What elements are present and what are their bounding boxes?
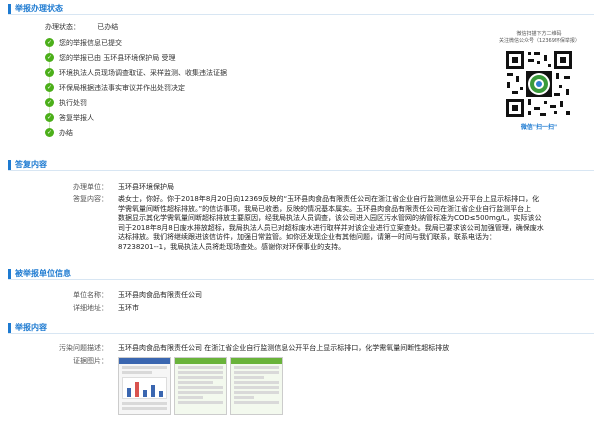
qr-caption-account: 关注微信公众号（12369环保举报）	[499, 38, 580, 44]
section-title: 举报办理状态	[15, 4, 63, 13]
step-item: ✓ 执行处罚	[45, 98, 445, 113]
qr-footer: 微信"扫一扫"	[520, 124, 558, 131]
evidence-image[interactable]	[230, 357, 283, 415]
section-title: 被举报单位信息	[15, 269, 71, 278]
section-bar	[8, 4, 11, 14]
section-bar	[8, 269, 11, 279]
step-label: 环境执法人员现场调查取证、采样监测、收集违法证据	[59, 69, 227, 77]
step-item: ✓ 环保局根据违法事实审议并作出处罚决定	[45, 83, 445, 98]
report-desc-row: 污染问题描述： 玉环县肉食品有限责任公司 在浙江省企业自行监测信息公开平台上显示…	[0, 344, 600, 354]
check-icon: ✓	[45, 53, 54, 62]
pollution-desc-label: 污染问题描述：	[59, 344, 108, 352]
unit-value: 玉环县环境保护局	[118, 183, 174, 191]
evidence-label: 证据图片：	[73, 357, 108, 365]
section-title: 举报内容	[15, 323, 47, 332]
reported-address-row: 详细地址： 玉环市	[0, 304, 300, 314]
step-item: ✓ 办结	[45, 128, 445, 143]
check-icon: ✓	[45, 128, 54, 137]
reply-content-text: 裘女士，你好。你于2018年8月20日向12369反映的“玉环县肉食品有限责任公…	[118, 195, 588, 252]
status-value: 已办结	[97, 23, 119, 31]
status-row: 办理状态： 已办结	[45, 23, 118, 32]
reported-name-row: 单位名称： 玉环县肉食品有限责任公司	[0, 291, 300, 301]
address-value: 玉环市	[118, 304, 139, 312]
qr-caption: 微信扫描下方二维码	[516, 31, 562, 37]
section-title: 答复内容	[15, 160, 47, 169]
qr-block: 微信扫描下方二维码 关注微信公众号（12369环保举报） 微信"扫一扫"	[499, 31, 580, 131]
reply-unit-row: 办理单位： 玉环县环境保护局	[0, 183, 300, 193]
unit-label: 办理单位：	[73, 183, 108, 191]
step-item: ✓ 您的举报已由 玉环县环境保护局 受理	[45, 53, 445, 68]
reply-line: 学需氧量间断性超标排放。”的信访事项，我局已收悉，反映的情况基本属实。玉环县肉食…	[118, 204, 532, 213]
evidence-image[interactable]	[174, 357, 227, 415]
company-name-value: 玉环县肉食品有限责任公司	[118, 291, 202, 299]
evidence-image[interactable]	[118, 357, 171, 415]
section-report-header: 举报内容	[8, 322, 594, 334]
check-icon: ✓	[45, 68, 54, 77]
address-label: 详细地址：	[73, 304, 108, 312]
reply-line: 87238201--1，我局执法人员将赴现场查处。感谢你对环保事业的支持。	[118, 242, 346, 251]
step-label: 您的举报已由 玉环县环境保护局 受理	[59, 54, 176, 62]
step-label: 答复举报人	[59, 114, 94, 122]
status-label: 办理状态：	[45, 23, 80, 31]
step-label: 环保局根据违法事实审议并作出处罚决定	[59, 84, 185, 92]
reply-content-label-row: 答复内容：	[0, 195, 120, 205]
evidence-thumbnails	[118, 357, 318, 417]
reply-line: 达标排放。我们将继续跟进该信访件，加强日常监管。如你还发现企业有其他问题，请第一…	[118, 233, 496, 241]
step-label: 您的举报信息已提交	[59, 39, 122, 47]
company-name-label: 单位名称：	[73, 291, 108, 299]
progress-steps: ✓ 您的举报信息已提交 ✓ 您的举报已由 玉环县环境保护局 受理 ✓ 环境执法人…	[45, 38, 445, 143]
check-icon: ✓	[45, 113, 54, 122]
section-bar	[8, 323, 11, 333]
evidence-row: 证据图片：	[0, 357, 120, 367]
check-icon: ✓	[45, 83, 54, 92]
qr-code-image	[504, 49, 574, 119]
check-icon: ✓	[45, 98, 54, 107]
reply-content-label: 答复内容：	[73, 195, 108, 203]
section-reported-header: 被举报单位信息	[8, 268, 594, 280]
step-label: 办结	[59, 129, 73, 137]
reply-line: 裘女士，你好。你于2018年8月20日向12369反映的“玉环县肉食品有限责任公…	[118, 195, 540, 203]
section-reply-header: 答复内容	[8, 159, 594, 171]
section-bar	[8, 160, 11, 170]
pollution-desc-value: 玉环县肉食品有限责任公司 在浙江省企业自行监测信息公开平台上显示标排口，化学需氧…	[118, 344, 450, 352]
step-item: ✓ 答复举报人	[45, 113, 445, 128]
check-icon: ✓	[45, 38, 54, 47]
reply-line: 数据显示其化学需氧量间断超标排放主要原因，经我局执法人员调查，该公司进入园区污水…	[118, 214, 542, 222]
section-status-header: 举报办理状态	[8, 3, 594, 15]
step-item: ✓ 环境执法人员现场调查取证、采样监测、收集违法证据	[45, 68, 445, 83]
reply-line: 司于2018年8月8日废水排放超标，我局执法人员已对超标废水进行取样并对该企业进…	[118, 223, 544, 232]
step-item: ✓ 您的举报信息已提交	[45, 38, 445, 53]
step-label: 执行处罚	[59, 99, 87, 107]
